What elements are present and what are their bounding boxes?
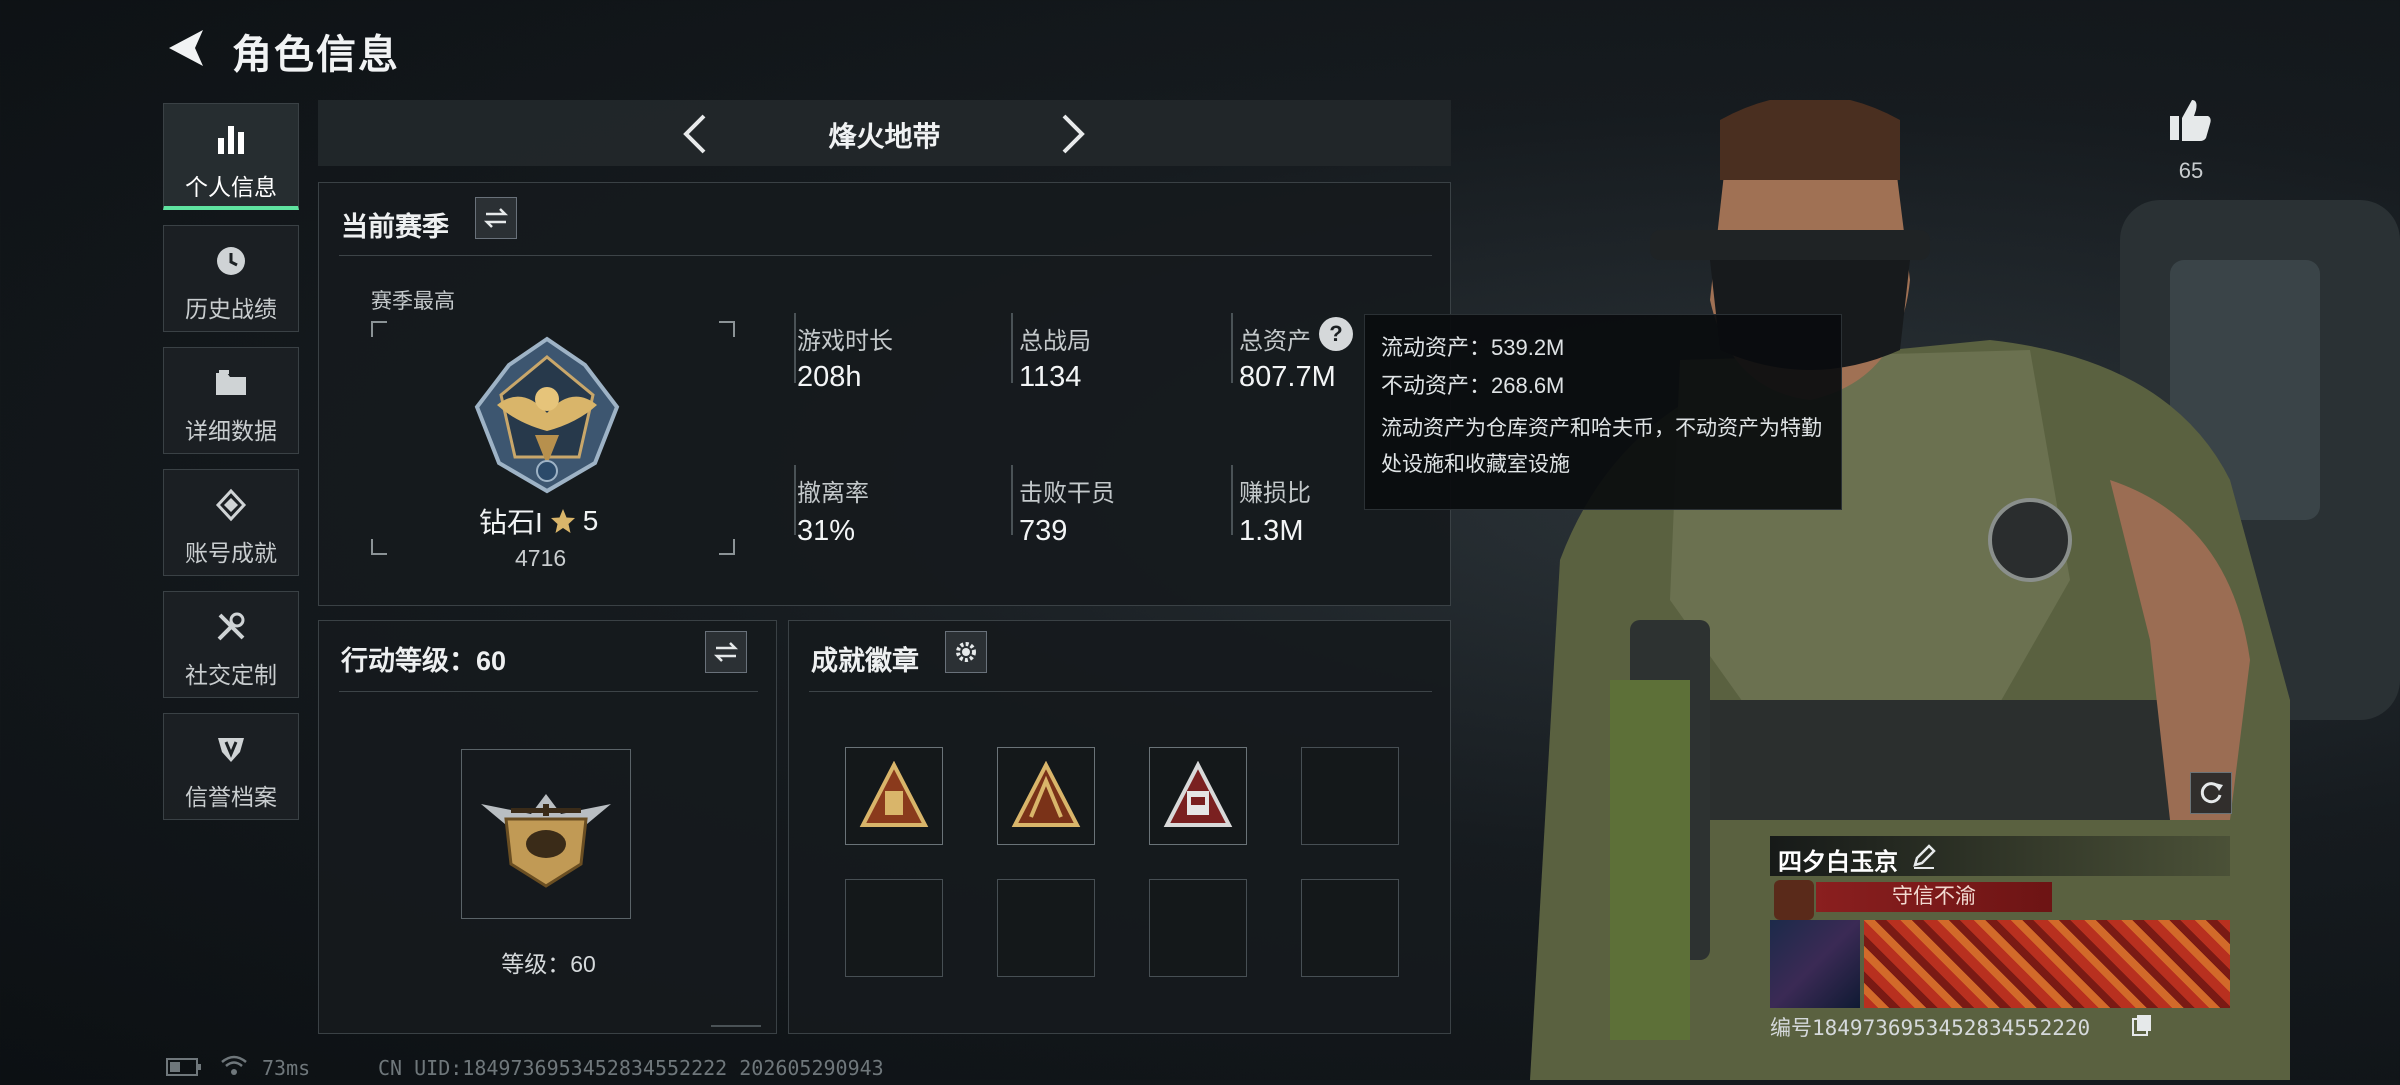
sidebar-item-history[interactable]: 历史战绩 — [163, 225, 299, 332]
triangle-badge-icon — [1011, 761, 1081, 827]
shield-badge-icon — [218, 738, 244, 762]
sidebar-item-social[interactable]: 社交定制 — [163, 591, 299, 698]
name-card-banner[interactable] — [1864, 920, 2230, 1008]
action-level-panel: 行动等级：60 等级：60 — [318, 620, 777, 1034]
stat-label: 撤离率 — [797, 480, 869, 507]
badge-slot-empty[interactable] — [845, 879, 943, 977]
stat-label: 赚损比 — [1239, 480, 1311, 507]
gear-icon — [956, 642, 976, 662]
stat-value: 1134 — [1019, 361, 1082, 393]
rotate-model-button[interactable] — [2190, 772, 2232, 814]
tooltip-desc: 流动资产为仓库资产和哈夫币，不动资产为特勤处设施和收藏室设施 — [1381, 417, 1822, 476]
badge-slot-empty[interactable] — [1149, 879, 1247, 977]
season-panel: 当前赛季 赛季最高 钻石I 5 4716 游戏时长 208h 总战局 1134 … — [318, 182, 1451, 606]
badge-slot-empty[interactable] — [997, 879, 1095, 977]
sidebar-item-label: 个人信息 — [185, 174, 277, 200]
action-level-title: 行动等级：60 — [341, 646, 507, 676]
sidebar-item-label: 历史战绩 — [185, 296, 277, 322]
sidebar-item-label: 信誉档案 — [185, 784, 277, 810]
edit-name-button[interactable] — [1910, 842, 1938, 875]
achievement-icon — [215, 488, 247, 522]
profile-card: 四夕白玉京 守信不渝 编号1849736953452834552220 — [1770, 836, 2230, 1046]
sidebar-item-label: 账号成就 — [185, 540, 277, 566]
folder-icon — [216, 370, 246, 395]
rank-name-row: 钻石I 5 — [479, 501, 598, 541]
assets-tooltip: 流动资产：539.2M 不动资产：268.6M 流动资产为仓库资产和哈夫币，不动… — [1364, 314, 1842, 510]
pencil-icon — [1913, 844, 1936, 869]
sidebar-item-achievements[interactable]: 账号成就 — [163, 469, 299, 576]
thumbs-up-icon — [2170, 100, 2211, 141]
sidebar-item-label: 详细数据 — [185, 418, 277, 444]
sidebar-item-detail-data[interactable]: 详细数据 — [163, 347, 299, 454]
like-button[interactable] — [2166, 96, 2216, 146]
mode-selector: 烽火地带 — [318, 100, 1451, 166]
stat-label: 击败干员 — [1019, 480, 1115, 507]
stat-value: 31% — [797, 515, 856, 547]
stat-value: 739 — [1019, 515, 1068, 547]
diamond-rank-emblem-icon — [474, 336, 620, 494]
refresh-icon — [2200, 782, 2223, 804]
rank-name: 钻石I — [479, 507, 543, 538]
swap-icon — [713, 642, 739, 662]
bar-chart-icon — [218, 126, 244, 154]
achievements-settings-button[interactable] — [945, 631, 987, 673]
back-arrow-icon — [169, 30, 203, 66]
mode-title: 烽火地带 — [828, 121, 941, 152]
stat-value: 1.3M — [1239, 515, 1304, 547]
helicopter-emblem-icon — [481, 794, 611, 888]
avatar[interactable] — [1770, 920, 1860, 1008]
copy-id-button[interactable] — [2130, 1012, 2154, 1041]
rank-emblem — [467, 335, 627, 500]
stat-label: 总资产 — [1239, 328, 1311, 355]
badge-slot-empty[interactable] — [1301, 879, 1399, 977]
like-count: 65 — [2178, 158, 2204, 183]
achievements-panel: 成就徽章 — [788, 620, 1451, 1034]
stat-label: 总战局 — [1019, 328, 1091, 355]
tools-icon — [217, 612, 245, 641]
clock-icon — [217, 247, 245, 275]
badge-slot-empty[interactable] — [1301, 747, 1399, 845]
motto-banner: 守信不渝 — [1816, 882, 2052, 912]
uid-text: CN UID:1849736953452834552222 2026052909… — [378, 1056, 884, 1080]
level-emblem — [461, 749, 631, 919]
help-icon: ? — [1329, 321, 1343, 346]
tooltip-fixed: 不动资产：268.6M — [1381, 373, 1565, 398]
ping-value: 73ms — [262, 1056, 311, 1080]
wifi-icon — [220, 1054, 248, 1081]
badge-slot[interactable] — [845, 747, 943, 845]
reputation-emblem-icon — [1774, 880, 1814, 920]
tooltip-liquid: 流动资产：539.2M — [1381, 335, 1565, 360]
radio-badge-icon — [1163, 761, 1233, 827]
star-icon — [550, 509, 575, 533]
player-id: 编号1849736953452834552220 — [1770, 1016, 2091, 1040]
season-title: 当前赛季 — [341, 212, 449, 242]
achievements-title: 成就徽章 — [811, 646, 919, 676]
badge-slot[interactable] — [1149, 747, 1247, 845]
sidebar-item-personal-info[interactable]: 个人信息 — [163, 103, 299, 210]
stat-value: 807.7M — [1239, 361, 1336, 393]
rank-stars: 5 — [582, 505, 599, 536]
sidebar-item-label: 社交定制 — [185, 662, 277, 688]
level-label: 等级：60 — [501, 951, 596, 977]
next-mode-button[interactable] — [1058, 112, 1088, 161]
stat-label: 游戏时长 — [797, 328, 893, 355]
chevron-right-icon — [1062, 114, 1085, 154]
pyramid-badge-icon — [859, 761, 929, 827]
rank-score: 4716 — [515, 545, 567, 571]
player-name: 四夕白玉京 — [1778, 849, 1898, 876]
season-switch-button[interactable] — [475, 197, 517, 239]
copy-icon — [2132, 1015, 2151, 1036]
swap-icon — [483, 208, 509, 228]
action-level-switch-button[interactable] — [705, 631, 747, 673]
asset-help-button[interactable]: ? — [1319, 317, 1353, 351]
sidebar-item-reputation[interactable]: 信誉档案 — [163, 713, 299, 820]
battery-icon — [166, 1058, 202, 1081]
season-best-label: 赛季最高 — [371, 290, 455, 313]
stat-value: 208h — [797, 361, 862, 393]
back-button[interactable] — [165, 26, 207, 70]
page-title: 角色信息 — [232, 33, 400, 77]
badge-slot[interactable] — [997, 747, 1095, 845]
